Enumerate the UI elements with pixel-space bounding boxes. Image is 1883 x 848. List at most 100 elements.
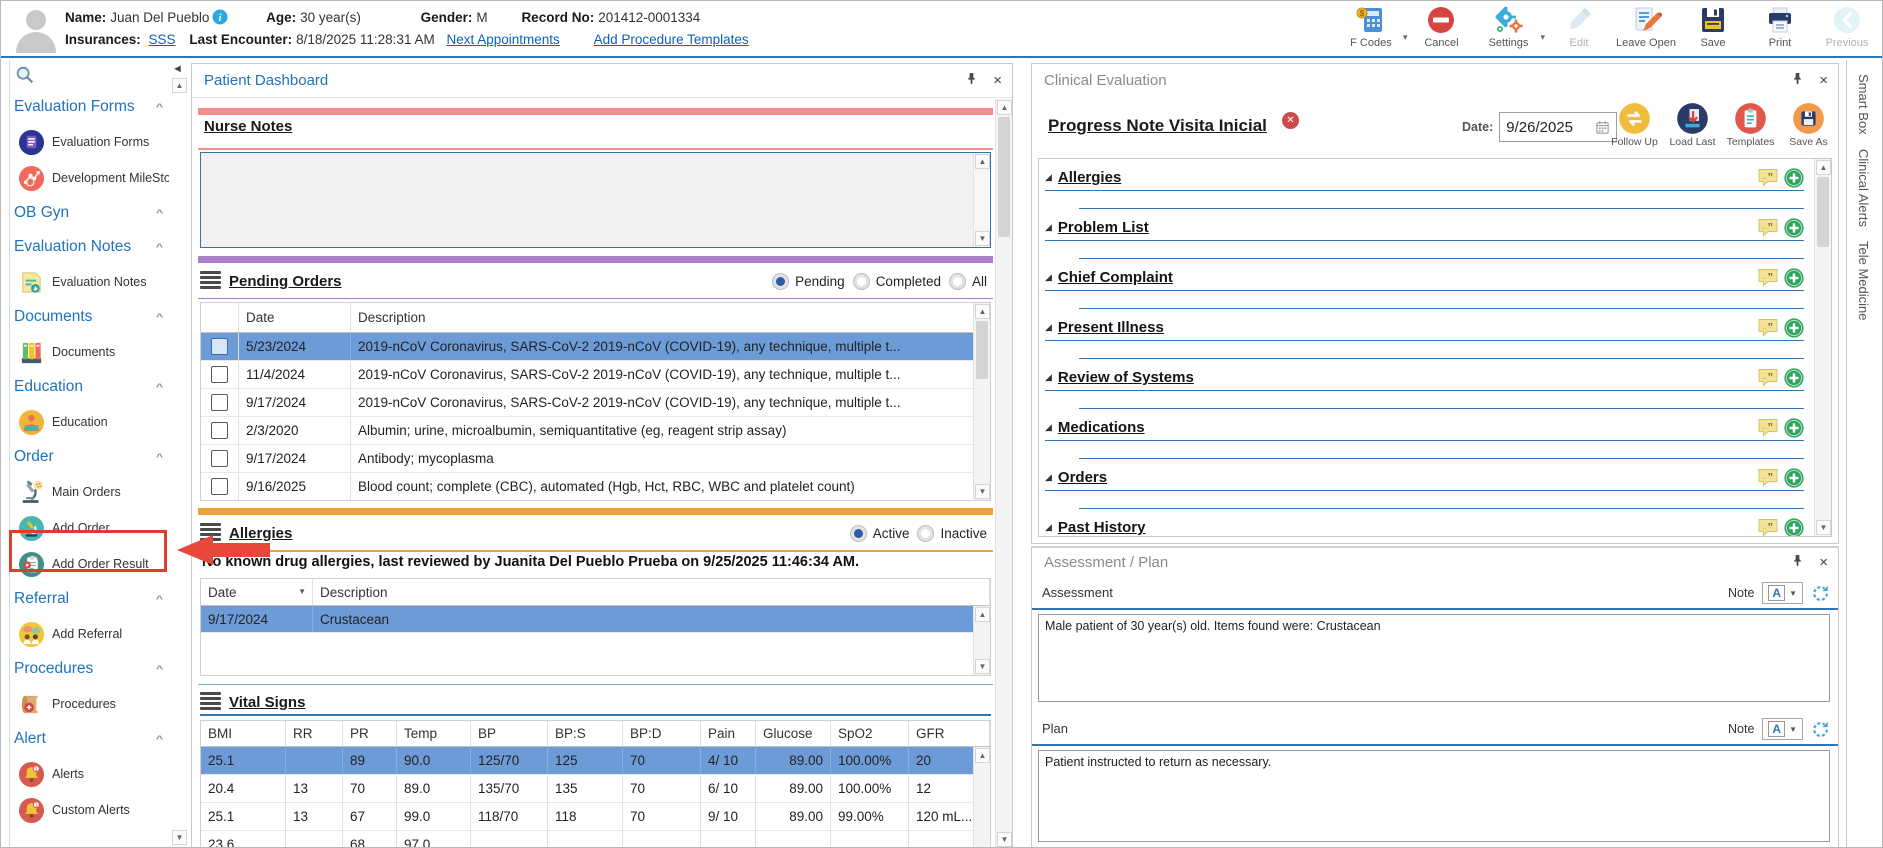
- section-title[interactable]: Orders: [1058, 469, 1107, 486]
- add-entry-icon[interactable]: [1784, 467, 1804, 488]
- pending-order-row[interactable]: 9/17/2024 Antibody; mycoplasma: [201, 445, 990, 473]
- vital-column-header[interactable]: Pain: [701, 721, 756, 746]
- vital-column-header[interactable]: GFR: [909, 721, 990, 746]
- date-input[interactable]: 9/26/2025: [1499, 112, 1618, 142]
- quote-note-icon[interactable]: ..”: [1757, 218, 1779, 237]
- row-checkbox[interactable]: [211, 478, 228, 495]
- sidebar-group-order[interactable]: Order ^: [10, 440, 169, 474]
- row-checkbox[interactable]: [211, 450, 228, 467]
- pending-order-row[interactable]: 5/23/2024 2019-nCoV Coronavirus, SARS-CoV…: [201, 333, 990, 361]
- vital-column-header[interactable]: RR: [286, 721, 343, 746]
- expander-triangle-icon[interactable]: ◢: [1045, 422, 1052, 433]
- search-icon[interactable]: [14, 66, 36, 90]
- sidebar-scroll-down-icon[interactable]: ▼: [172, 830, 187, 845]
- radio-selected-icon[interactable]: [849, 524, 867, 542]
- sidebar-group-documents[interactable]: Documents ^: [10, 300, 169, 334]
- add-entry-icon[interactable]: [1784, 517, 1804, 536]
- sidebar-group-referral[interactable]: Referral ^: [10, 582, 169, 616]
- sidebar-item-evaluation-notes[interactable]: Evaluation Notes: [10, 264, 169, 300]
- sidebar-item-evaluation-forms[interactable]: Evaluation Forms: [10, 124, 169, 160]
- nurse-notes-textarea[interactable]: ▲ ▼: [200, 152, 991, 248]
- radio-icon[interactable]: [917, 524, 935, 542]
- quote-note-icon[interactable]: ..”: [1757, 468, 1779, 487]
- assessment-textarea[interactable]: Male patient of 30 year(s) old. Items fo…: [1038, 614, 1830, 702]
- dropdown-caret-icon[interactable]: ▾: [1403, 32, 1408, 43]
- vital-column-header[interactable]: BP:S: [548, 721, 623, 746]
- close-icon[interactable]: ×: [1819, 555, 1828, 570]
- insurances-link[interactable]: SSS: [149, 32, 176, 47]
- scrollbar-thumb[interactable]: [998, 117, 1010, 237]
- scroll-down-icon[interactable]: ▼: [975, 484, 990, 499]
- side-tab-smart-box[interactable]: Smart Box: [1856, 74, 1871, 135]
- note-title[interactable]: Progress Note Visita Inicial: [1048, 116, 1267, 136]
- section-title[interactable]: Problem List: [1058, 219, 1149, 236]
- vital-column-header[interactable]: BP: [471, 721, 548, 746]
- sidebar-group-evaluation-forms[interactable]: Evaluation Forms ^: [10, 90, 169, 124]
- sidebar-group-evaluation-notes[interactable]: Evaluation Notes ^: [10, 230, 169, 264]
- expander-triangle-icon[interactable]: ◢: [1045, 372, 1052, 383]
- quote-note-icon[interactable]: ..”: [1757, 268, 1779, 287]
- save-as-button[interactable]: Save As: [1783, 102, 1834, 148]
- add-entry-icon[interactable]: [1784, 417, 1804, 438]
- scroll-up-icon[interactable]: ▲: [975, 607, 990, 622]
- date-column-header[interactable]: Date ▼: [201, 579, 313, 605]
- row-checkbox[interactable]: [211, 338, 228, 355]
- vital-column-header[interactable]: SpO2: [831, 721, 909, 746]
- collapse-chevron-icon[interactable]: ^: [156, 311, 163, 322]
- filter-dropdown-icon[interactable]: ▼: [298, 579, 306, 605]
- add-procedure-templates-link[interactable]: Add Procedure Templates: [594, 32, 749, 47]
- sidebar-collapse-icon[interactable]: ◄: [172, 60, 189, 78]
- scroll-up-icon[interactable]: ▲: [975, 748, 990, 763]
- follow-up-button[interactable]: Follow Up: [1609, 102, 1660, 148]
- row-checkbox[interactable]: [211, 394, 228, 411]
- save-button[interactable]: Save: [1686, 4, 1740, 49]
- add-entry-icon[interactable]: [1784, 167, 1804, 188]
- collapse-chevron-icon[interactable]: ^: [156, 733, 163, 744]
- next-appointments-link[interactable]: Next Appointments: [446, 32, 559, 47]
- side-tab-tele-medicine[interactable]: Tele Medicine: [1856, 241, 1871, 321]
- add-entry-icon[interactable]: [1784, 367, 1804, 388]
- assessment-note-button[interactable]: A ▼: [1762, 582, 1803, 604]
- section-title[interactable]: Review of Systems: [1058, 369, 1194, 386]
- scroll-up-icon[interactable]: ▲: [975, 304, 990, 319]
- radio-icon[interactable]: [852, 272, 870, 290]
- section-title[interactable]: Chief Complaint: [1058, 269, 1173, 286]
- collapse-chevron-icon[interactable]: ^: [156, 593, 163, 604]
- assessment-refresh-icon[interactable]: [1811, 584, 1830, 603]
- expander-triangle-icon[interactable]: ◢: [1045, 322, 1052, 333]
- expander-triangle-icon[interactable]: ◢: [1045, 472, 1052, 483]
- info-icon[interactable]: i: [212, 9, 228, 25]
- expander-triangle-icon[interactable]: ◢: [1045, 272, 1052, 283]
- sidebar-item-main-orders[interactable]: Main Orders: [10, 474, 169, 510]
- filter-radio-inactive[interactable]: Inactive: [917, 524, 987, 542]
- collapse-chevron-icon[interactable]: ^: [156, 241, 163, 252]
- vital-column-header[interactable]: BMI: [201, 721, 286, 746]
- dropdown-caret-icon[interactable]: ▾: [1540, 32, 1545, 43]
- print-button[interactable]: Print: [1753, 4, 1807, 49]
- row-checkbox[interactable]: [211, 366, 228, 383]
- sidebar-item-development-milestones[interactable]: Development MileStones: [10, 160, 169, 196]
- filter-radio-active[interactable]: Active: [849, 524, 909, 542]
- pin-icon[interactable]: [1792, 554, 1803, 572]
- collapse-chevron-icon[interactable]: ^: [156, 381, 163, 392]
- vital-column-header[interactable]: BP:D: [623, 721, 701, 746]
- vital-signs-row[interactable]: 25.1 89 90.0 125/70 125 70 4/ 10 89.00 100.00% 20: [201, 747, 990, 775]
- sidebar-item-procedures[interactable]: Procedures: [10, 686, 169, 722]
- section-title[interactable]: Present Illness: [1058, 319, 1164, 336]
- allergy-row[interactable]: 9/17/2024 Crustacean: [201, 606, 990, 633]
- side-tab-clinical-alerts[interactable]: Clinical Alerts: [1856, 149, 1871, 227]
- pending-order-row[interactable]: 2/3/2020 Albumin; urine, microalbumin, se…: [201, 417, 990, 445]
- collapse-chevron-icon[interactable]: ^: [156, 101, 163, 112]
- expander-triangle-icon[interactable]: ◢: [1045, 222, 1052, 233]
- load-last-button[interactable]: Load Last: [1667, 102, 1718, 148]
- sidebar-scroll-up-icon[interactable]: ▲: [172, 78, 187, 93]
- menu-icon[interactable]: [200, 523, 221, 543]
- filter-radio-completed[interactable]: Completed: [852, 272, 941, 290]
- sidebar-group-education[interactable]: Education ^: [10, 370, 169, 404]
- radio-icon[interactable]: [948, 272, 966, 290]
- vital-signs-row[interactable]: 23.6 68 97.0: [201, 831, 990, 847]
- pin-icon[interactable]: [966, 72, 977, 90]
- sidebar-item-education[interactable]: Education: [10, 404, 169, 440]
- templates-button[interactable]: Templates: [1725, 102, 1776, 148]
- vital-signs-row[interactable]: 25.1 13 67 99.0 118/70 118 70 9/ 10 89.00 99.00% 1…: [201, 803, 990, 831]
